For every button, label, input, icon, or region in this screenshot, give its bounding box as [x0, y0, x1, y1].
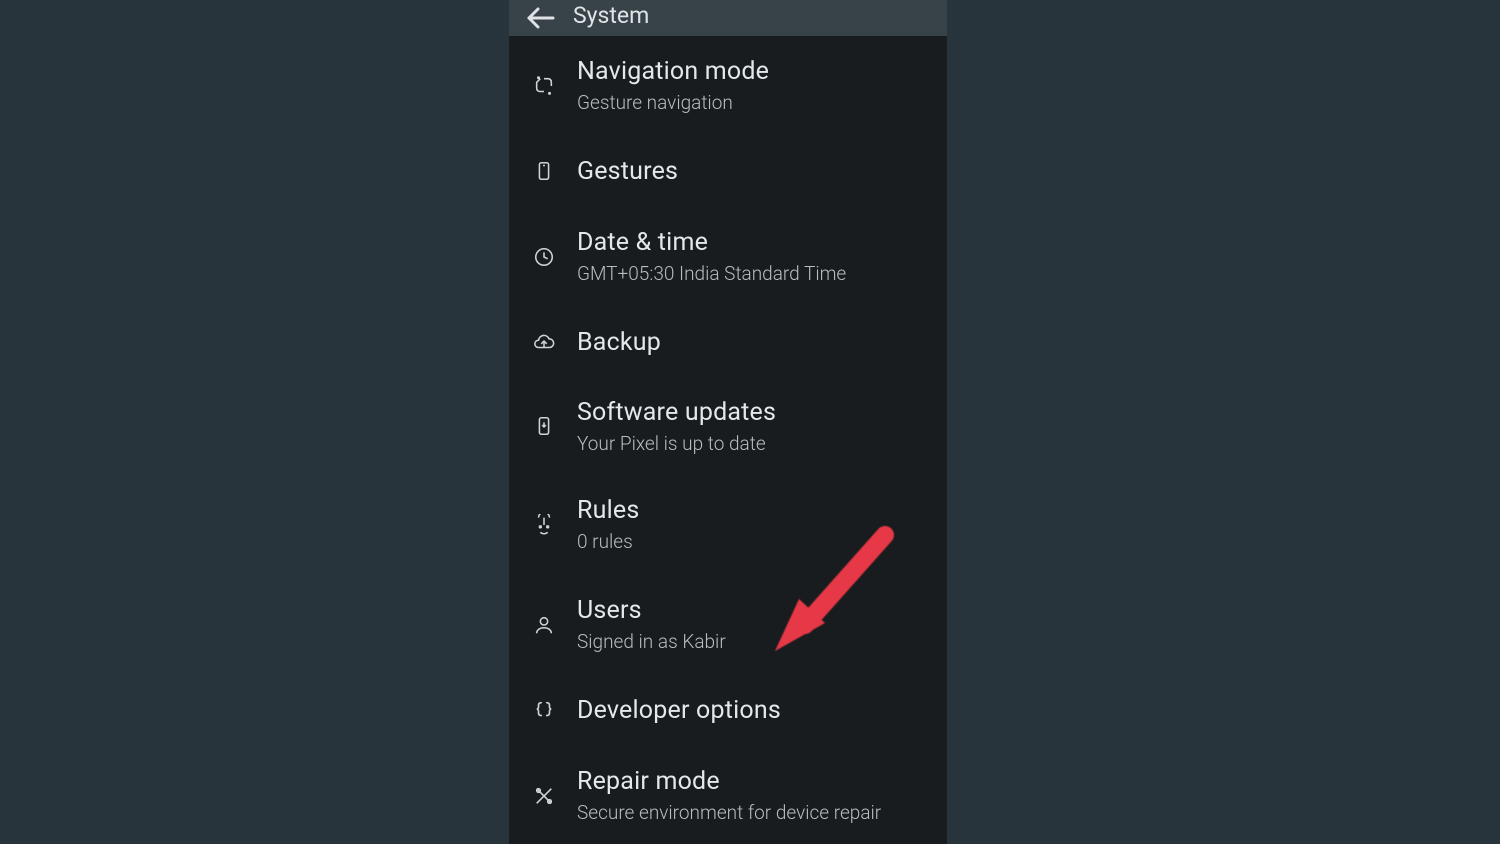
settings-list: Navigation mode Gesture navigation Gestu… [509, 36, 947, 844]
item-software-updates[interactable]: Software updates Your Pixel is up to dat… [509, 378, 947, 476]
braces-icon [525, 699, 577, 721]
item-title: Gestures [577, 157, 933, 186]
rules-icon [525, 514, 577, 536]
navigation-icon [525, 75, 577, 97]
item-title: Date & time [577, 228, 933, 257]
item-title: Navigation mode [577, 57, 933, 86]
tools-icon [525, 785, 577, 807]
item-subtitle: Gesture navigation [577, 91, 933, 115]
item-title: Backup [577, 328, 933, 357]
item-subtitle: GMT+05:30 India Standard Time [577, 262, 933, 286]
item-users[interactable]: Users Signed in as Kabir [509, 575, 947, 675]
item-gestures[interactable]: Gestures [509, 136, 947, 207]
clock-icon [525, 246, 577, 268]
item-title: Developer options [577, 696, 933, 725]
app-bar: System [509, 0, 947, 36]
back-button[interactable] [523, 0, 559, 36]
user-icon [525, 614, 577, 636]
item-subtitle: Signed in as Kabir [577, 630, 933, 654]
item-rules[interactable]: Rules 0 rules [509, 475, 947, 575]
item-subtitle: Your Pixel is up to date [577, 432, 933, 456]
system-settings-screen: System Navigation mode Gesture navigatio… [509, 0, 947, 844]
item-repair-mode[interactable]: Repair mode Secure environment for devic… [509, 746, 947, 844]
item-subtitle: Secure environment for device repair [577, 801, 933, 825]
item-navigation-mode[interactable]: Navigation mode Gesture navigation [509, 36, 947, 136]
system-update-icon [525, 415, 577, 437]
page-title: System [573, 2, 649, 29]
item-title: Software updates [577, 398, 933, 427]
phone-gesture-icon [525, 160, 577, 182]
item-title: Repair mode [577, 767, 933, 796]
item-developer-options[interactable]: Developer options [509, 675, 947, 746]
item-date-time[interactable]: Date & time GMT+05:30 India Standard Tim… [509, 207, 947, 307]
item-title: Rules [577, 496, 933, 525]
item-title: Users [577, 596, 933, 625]
item-subtitle: 0 rules [577, 530, 933, 554]
item-backup[interactable]: Backup [509, 307, 947, 378]
cloud-upload-icon [525, 331, 577, 353]
